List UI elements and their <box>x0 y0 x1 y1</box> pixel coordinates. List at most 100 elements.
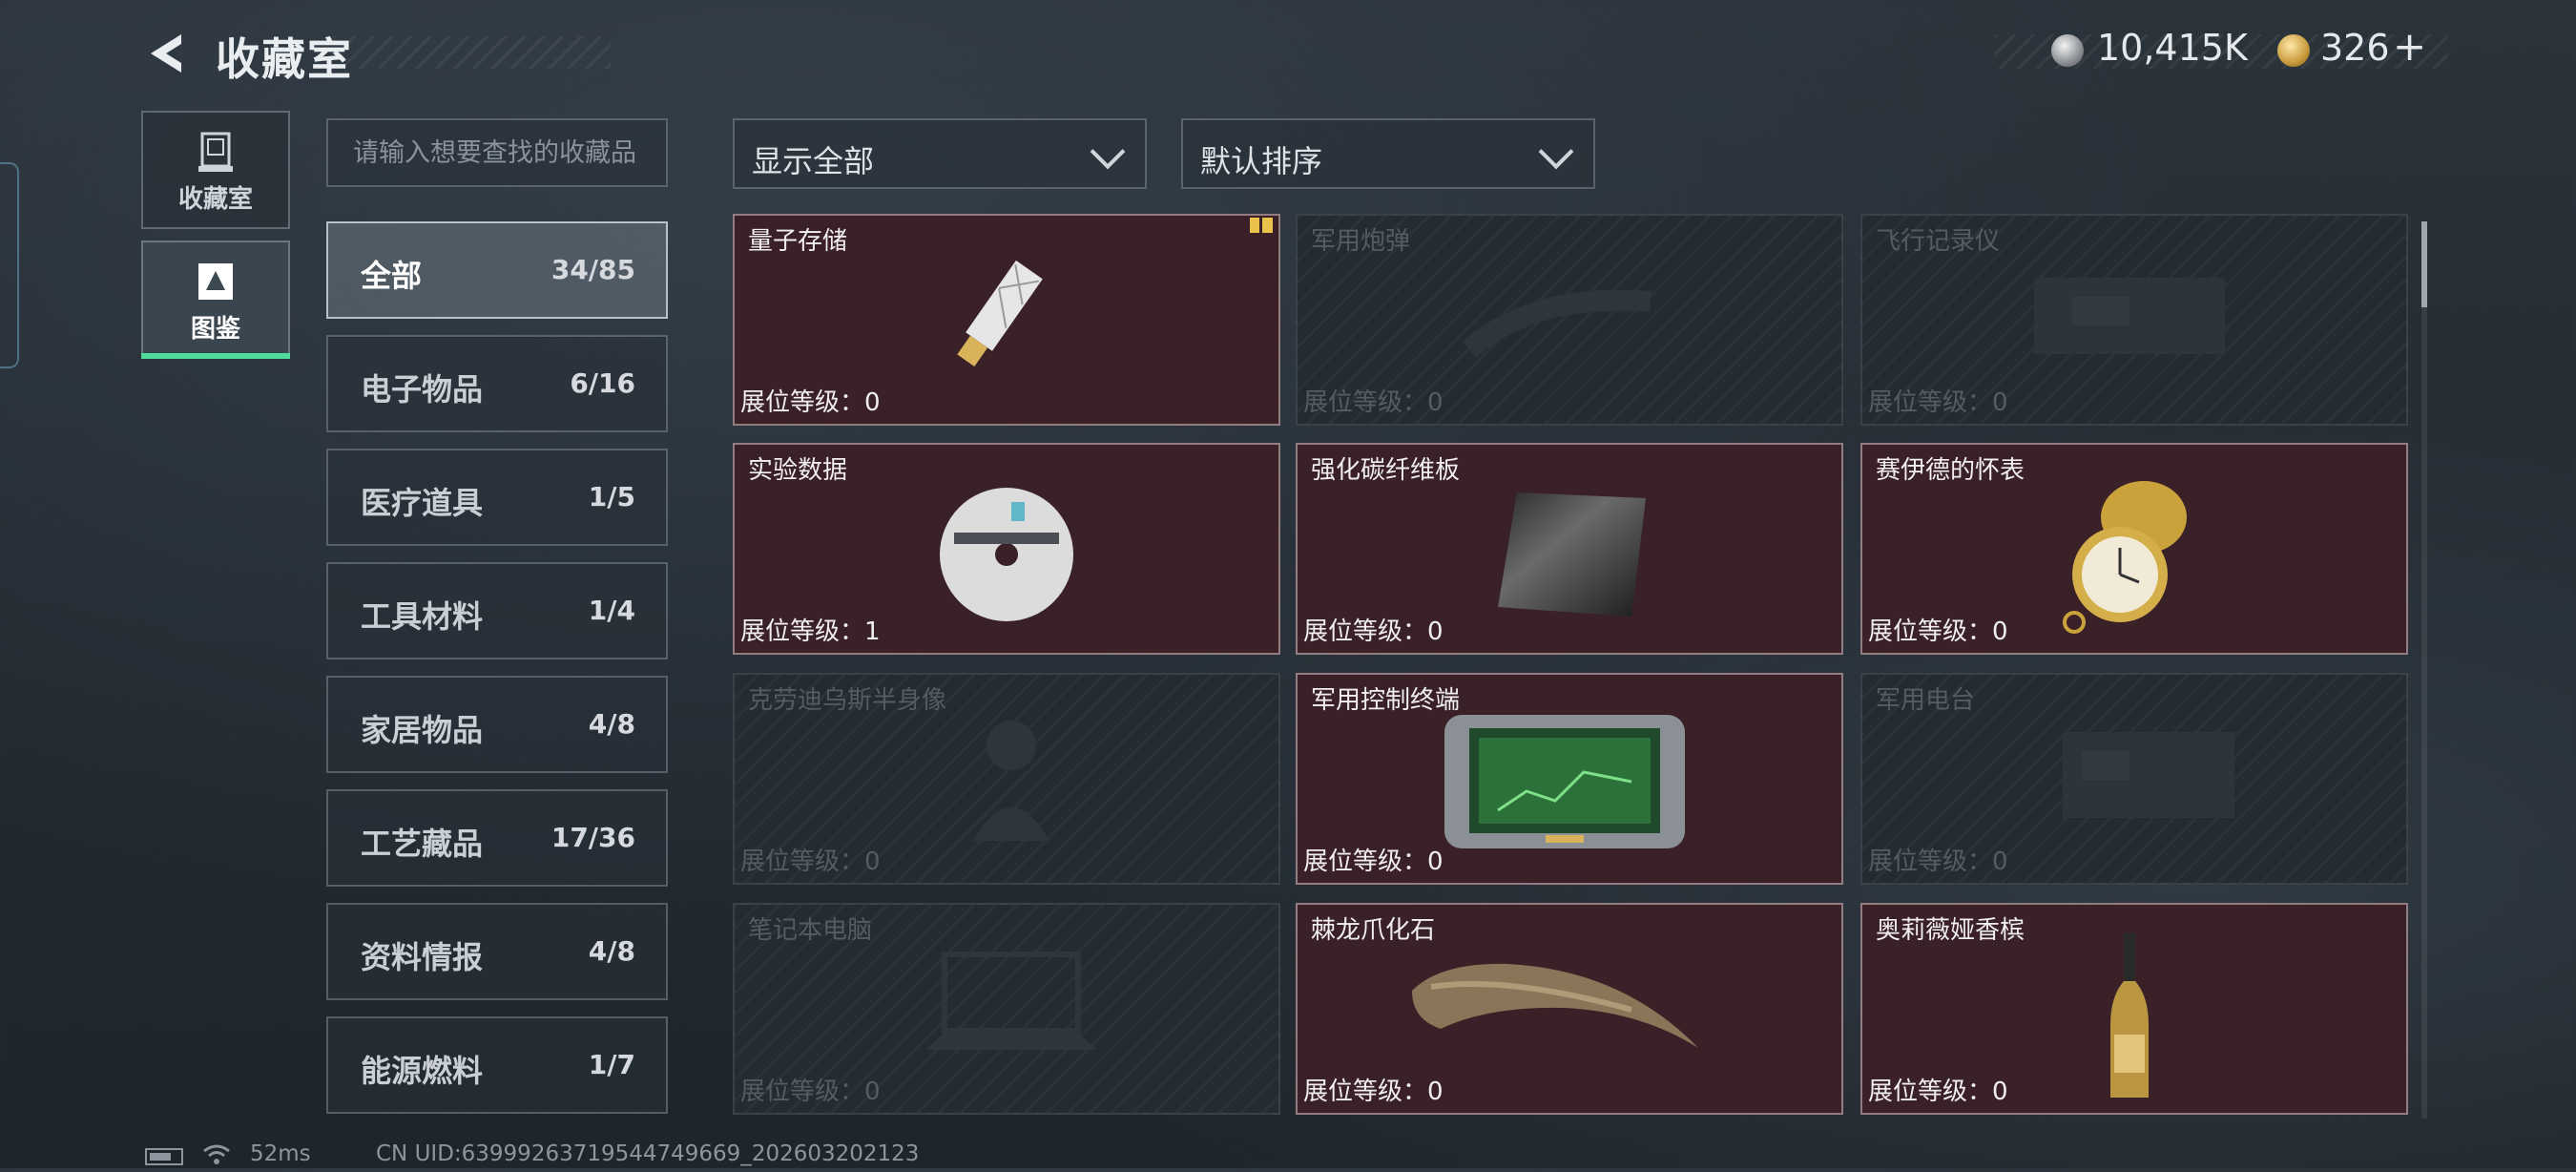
item-level: 展位等级：0 <box>1303 1078 1444 1106</box>
item-name: 赛伊德的怀表 <box>1876 456 2025 485</box>
item-name: 笔记本电脑 <box>748 916 873 945</box>
item-name: 飞行记录仪 <box>1876 227 2001 256</box>
ping-value: 52ms <box>250 1141 311 1166</box>
item-name: 强化碳纤维板 <box>1311 456 1461 485</box>
silver-amount: 10,415K <box>2097 27 2248 69</box>
tab-collection-room[interactable]: 收藏室 <box>141 111 290 229</box>
battery-icon <box>145 1148 183 1165</box>
silver-coin-icon <box>2051 34 2084 67</box>
title-decoration <box>334 36 611 69</box>
tab-catalog[interactable]: 图鉴 <box>141 241 290 359</box>
collection-box-icon <box>195 130 237 174</box>
item-level: 展位等级：0 <box>1868 848 2008 876</box>
item-name: 军用电台 <box>1876 686 1976 715</box>
item-name: 军用炮弹 <box>1311 227 1411 256</box>
filter-value: 显示全部 <box>752 143 875 179</box>
category-name: 工具材料 <box>361 598 484 635</box>
category-medical[interactable]: 医疗道具 1/5 <box>326 449 668 546</box>
item-name: 棘龙爪化石 <box>1311 916 1436 945</box>
catalog-icon <box>195 260 237 303</box>
military-radio-icon <box>2063 732 2234 818</box>
category-household[interactable]: 家居物品 4/8 <box>326 676 668 773</box>
category-name: 全部 <box>361 258 423 294</box>
category-crafts[interactable]: 工艺藏品 17/36 <box>326 789 668 887</box>
chevron-down-icon <box>1538 134 1574 170</box>
scrollbar-track[interactable] <box>2421 221 2427 1119</box>
item-card[interactable]: 克劳迪乌斯半身像 展位等级：0 <box>733 673 1280 885</box>
category-name: 工艺藏品 <box>361 826 484 862</box>
item-name: 克劳迪乌斯半身像 <box>748 686 947 715</box>
page-title: 收藏室 <box>216 33 353 85</box>
item-card[interactable]: 奥莉薇娅香槟 展位等级：0 <box>1860 903 2408 1115</box>
gold-coin-icon <box>2277 34 2310 67</box>
item-level: 展位等级：0 <box>740 1078 881 1106</box>
category-name: 资料情报 <box>361 939 484 975</box>
bookmark-icon <box>1250 218 1273 233</box>
tab-label: 收藏室 <box>177 185 253 214</box>
item-name: 实验数据 <box>748 456 848 485</box>
item-card[interactable]: 军用炮弹 展位等级：0 <box>1296 214 1843 426</box>
category-all[interactable]: 全部 34/85 <box>326 221 668 319</box>
category-count: 1/4 <box>588 595 635 626</box>
champagne-bottle-icon <box>2110 933 2149 1098</box>
item-card[interactable]: 强化碳纤维板 展位等级：0 <box>1296 443 1843 655</box>
category-name: 医疗道具 <box>361 485 484 521</box>
back-button[interactable] <box>143 31 189 76</box>
left-edge-tab[interactable] <box>0 162 19 368</box>
carbon-plate-icon <box>1498 492 1646 617</box>
sort-dropdown[interactable]: 默认排序 <box>1181 118 1595 189</box>
category-count: 1/5 <box>588 481 635 513</box>
back-arrow-icon <box>151 34 181 73</box>
item-level: 展位等级：0 <box>1303 388 1444 417</box>
sort-value: 默认排序 <box>1200 143 1323 179</box>
search-input[interactable] <box>328 120 666 185</box>
category-tools[interactable]: 工具材料 1/4 <box>326 562 668 659</box>
flight-recorder-icon <box>2034 278 2225 354</box>
category-count: 6/16 <box>570 367 635 399</box>
add-currency-button[interactable]: + <box>2393 23 2426 70</box>
category-intel[interactable]: 资料情报 4/8 <box>326 903 668 1000</box>
data-disc-icon <box>940 488 1073 621</box>
filter-dropdown[interactable]: 显示全部 <box>733 118 1147 189</box>
item-level: 展位等级：0 <box>1303 848 1444 876</box>
item-card[interactable]: 笔记本电脑 展位等级：0 <box>733 903 1280 1115</box>
item-card[interactable]: 量子存储 展位等级：0 <box>733 214 1280 426</box>
item-card[interactable]: 军用电台 展位等级：0 <box>1860 673 2408 885</box>
item-level: 展位等级：0 <box>1868 1078 2008 1106</box>
search-box[interactable] <box>326 118 668 187</box>
category-count: 4/8 <box>588 935 635 967</box>
gold-amount: 326 <box>2320 27 2390 69</box>
item-card[interactable]: 赛伊德的怀表 展位等级：0 <box>1860 443 2408 655</box>
usb-drive-icon <box>957 260 1043 367</box>
item-level: 展位等级：0 <box>740 848 881 876</box>
category-name: 电子物品 <box>361 371 484 408</box>
category-fuel[interactable]: 能源燃料 1/7 <box>326 1016 668 1114</box>
control-terminal-icon <box>1444 715 1685 848</box>
bust-statue-icon <box>973 721 1049 841</box>
claw-fossil-icon <box>1412 963 1698 1048</box>
item-card[interactable]: 棘龙爪化石 展位等级：0 <box>1296 903 1843 1115</box>
item-level: 展位等级：0 <box>1868 388 2008 417</box>
category-name: 能源燃料 <box>361 1053 484 1089</box>
tab-label: 图鉴 <box>190 315 240 344</box>
chevron-down-icon <box>1090 134 1126 170</box>
item-card[interactable]: 飞行记录仪 展位等级：0 <box>1860 214 2408 426</box>
item-card[interactable]: 军用控制终端 展位等级：0 <box>1296 673 1843 885</box>
item-level: 展位等级：0 <box>1868 617 2008 646</box>
category-name: 家居物品 <box>361 712 484 748</box>
item-card[interactable]: 实验数据 展位等级：1 <box>733 443 1280 655</box>
pocket-watch-icon <box>2063 481 2187 634</box>
item-level: 展位等级：0 <box>1303 617 1444 646</box>
user-uid: CN UID:6399926371954474966​9_20260320212… <box>376 1141 920 1166</box>
category-count: 1/7 <box>588 1049 635 1080</box>
laptop-icon <box>925 952 1097 1050</box>
category-electronics[interactable]: 电子物品 6/16 <box>326 335 668 432</box>
category-count: 4/8 <box>588 708 635 740</box>
item-name: 军用控制终端 <box>1311 686 1461 715</box>
active-tab-indicator <box>141 353 290 359</box>
category-count: 17/36 <box>551 822 635 853</box>
item-level: 展位等级：1 <box>740 617 881 646</box>
category-count: 34/85 <box>551 254 635 285</box>
scrollbar-thumb[interactable] <box>2421 221 2427 307</box>
item-name: 奥莉薇娅香槟 <box>1876 916 2025 945</box>
